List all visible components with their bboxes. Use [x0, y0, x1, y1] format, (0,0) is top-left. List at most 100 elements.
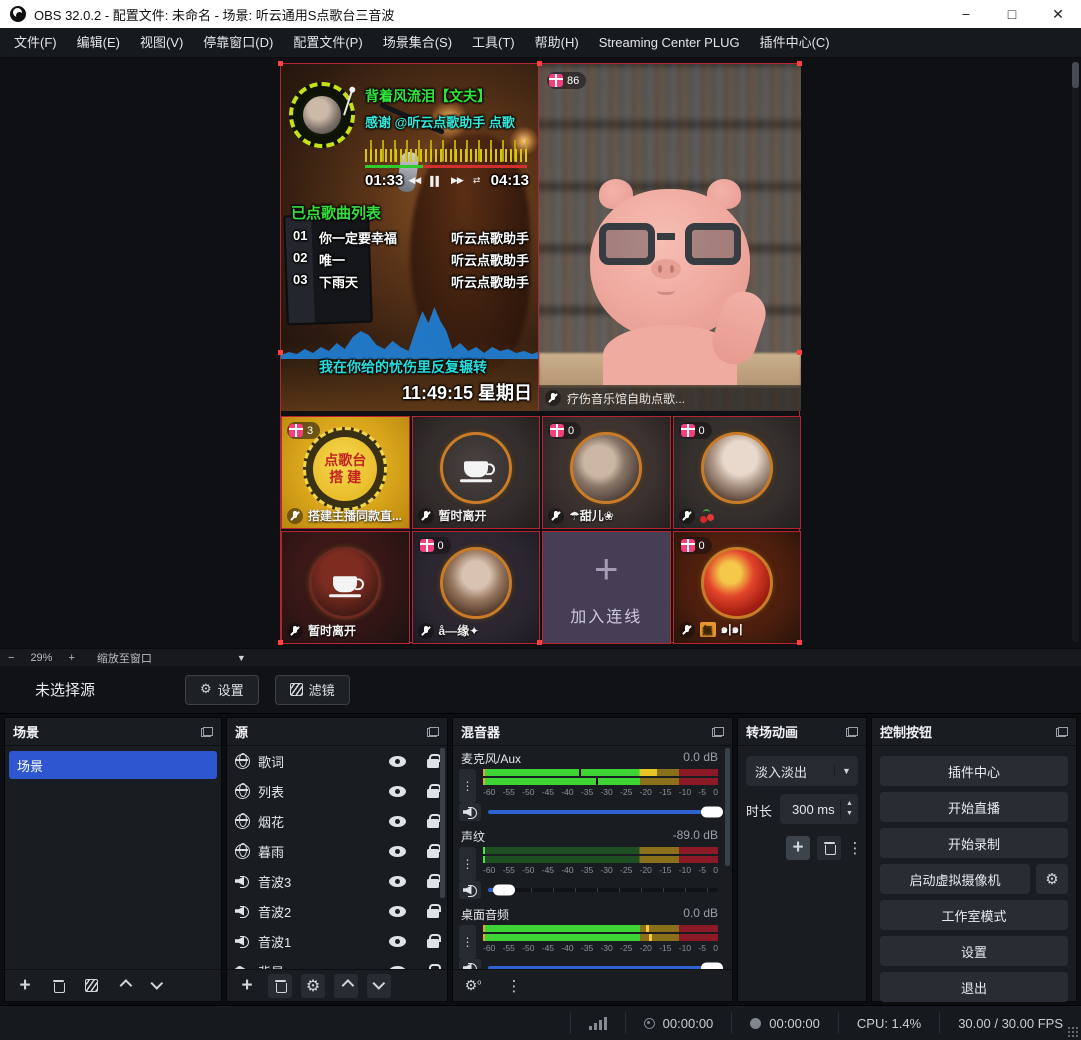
guest-tile[interactable]: 0 å—缘✦: [412, 531, 541, 644]
mute-toggle-button[interactable]: [459, 881, 481, 899]
add-source-button[interactable]: +: [235, 974, 259, 998]
menu-help[interactable]: 帮助(H): [525, 28, 589, 58]
plugin-center-button[interactable]: 插件中心: [880, 756, 1068, 786]
mixer-scrollbar[interactable]: [725, 748, 730, 866]
menu-profile[interactable]: 配置文件(P): [283, 28, 372, 58]
volume-slider[interactable]: [488, 888, 718, 892]
exit-button[interactable]: 退出: [880, 972, 1068, 1002]
resize-handle[interactable]: [797, 350, 802, 355]
zoom-in-button[interactable]: +: [60, 652, 82, 664]
visibility-eye-icon[interactable]: [389, 756, 406, 767]
move-scene-down-button[interactable]: [145, 974, 169, 998]
virtual-camera-button[interactable]: 启动虚拟摄像机: [880, 864, 1030, 894]
lock-icon[interactable]: [427, 909, 439, 918]
scene-filters-button[interactable]: [79, 974, 103, 998]
popout-icon[interactable]: [427, 727, 439, 737]
virtual-camera-settings-button[interactable]: ⚙: [1036, 864, 1068, 894]
menu-file[interactable]: 文件(F): [4, 28, 67, 58]
filters-button[interactable]: 滤镜: [275, 675, 350, 705]
remove-source-button[interactable]: [268, 974, 292, 998]
channel-menu-button[interactable]: ⋮: [459, 769, 476, 803]
source-row[interactable]: 列表: [227, 776, 447, 806]
visibility-eye-icon[interactable]: [389, 906, 406, 917]
resize-grip[interactable]: [1068, 1027, 1079, 1038]
resize-handle[interactable]: [278, 350, 283, 355]
transition-select[interactable]: 淡入淡出 ▼: [746, 756, 858, 786]
popout-icon[interactable]: [1056, 727, 1068, 737]
source-row[interactable]: 歌词: [227, 746, 447, 776]
add-transition-button[interactable]: +: [786, 836, 810, 860]
channel-menu-button[interactable]: ⋮: [459, 847, 476, 881]
resize-handle[interactable]: [278, 640, 283, 645]
lock-icon[interactable]: [427, 789, 439, 798]
add-scene-button[interactable]: +: [13, 974, 37, 998]
menu-edit[interactable]: 编辑(E): [67, 28, 130, 58]
settings-button[interactable]: 设置: [880, 936, 1068, 966]
source-row[interactable]: 音波1: [227, 926, 447, 956]
lock-icon[interactable]: [427, 819, 439, 828]
fit-to-window-select[interactable]: 缩放至窗口: [97, 650, 207, 666]
slider-handle[interactable]: [701, 807, 723, 818]
transition-menu-button[interactable]: ⋮: [848, 836, 862, 860]
visibility-eye-icon[interactable]: [389, 846, 406, 857]
resize-handle[interactable]: [797, 640, 802, 645]
slider-handle[interactable]: [493, 885, 515, 896]
join-link-tile[interactable]: + 加入连线: [542, 531, 671, 644]
resize-handle[interactable]: [797, 61, 802, 66]
lock-icon[interactable]: [427, 759, 439, 768]
lock-icon[interactable]: [427, 849, 439, 858]
mute-toggle-button[interactable]: [459, 803, 481, 821]
remove-scene-button[interactable]: [46, 974, 70, 998]
resize-handle[interactable]: [278, 61, 283, 66]
visibility-eye-icon[interactable]: [389, 816, 406, 827]
menu-docks[interactable]: 停靠窗口(D): [193, 28, 283, 58]
source-properties-button[interactable]: ⚙: [301, 974, 325, 998]
menu-plugin-center[interactable]: 插件中心(C): [750, 28, 840, 58]
source-row[interactable]: 暮雨: [227, 836, 447, 866]
move-source-down-button[interactable]: [367, 974, 391, 998]
resize-handle[interactable]: [537, 61, 542, 66]
properties-button[interactable]: ⚙ 设置: [185, 675, 259, 705]
close-button[interactable]: ✕: [1035, 0, 1081, 28]
preview-scrollbar[interactable]: [1072, 62, 1079, 642]
sources-scrollbar[interactable]: [440, 748, 445, 898]
guest-tile[interactable]: 暂时离开: [281, 531, 410, 644]
menu-streaming-center[interactable]: Streaming Center PLUG: [589, 28, 750, 58]
move-source-up-button[interactable]: [334, 974, 358, 998]
maximize-button[interactable]: □: [989, 0, 1035, 28]
minimize-button[interactable]: −: [943, 0, 989, 28]
remove-transition-button[interactable]: [817, 836, 841, 860]
zoom-out-button[interactable]: −: [0, 652, 22, 664]
source-row[interactable]: 烟花: [227, 806, 447, 836]
volume-slider[interactable]: [488, 810, 718, 814]
start-streaming-button[interactable]: 开始直播: [880, 792, 1068, 822]
menu-tools[interactable]: 工具(T): [462, 28, 525, 58]
guest-tile[interactable]: 0 ☂甜儿❀: [542, 416, 671, 529]
popout-icon[interactable]: [201, 727, 213, 737]
visibility-eye-icon[interactable]: [389, 786, 406, 797]
resize-handle[interactable]: [537, 640, 542, 645]
source-row[interactable]: 背景: [227, 956, 447, 969]
visibility-eye-icon[interactable]: [389, 936, 406, 947]
spin-down-icon[interactable]: ▼: [846, 809, 853, 819]
guest-tile[interactable]: 3 点歌台搭 建 搭建主播同款直...: [281, 416, 410, 529]
studio-mode-button[interactable]: 工作室模式: [880, 900, 1068, 930]
menu-scene-collection[interactable]: 场景集合(S): [373, 28, 462, 58]
lock-icon[interactable]: [427, 879, 439, 888]
spin-up-icon[interactable]: ▲: [846, 799, 853, 809]
chevron-down-icon[interactable]: ▼: [237, 653, 246, 663]
lock-icon[interactable]: [427, 939, 439, 948]
visibility-eye-icon[interactable]: [389, 876, 406, 887]
mixer-menu-button[interactable]: ⋮: [502, 974, 526, 998]
channel-menu-button[interactable]: ⋮: [459, 925, 476, 959]
duration-spinner[interactable]: 300 ms ▲ ▼: [780, 794, 858, 824]
guest-tile[interactable]: 0 無 ๑|๑|: [673, 531, 802, 644]
program-canvas[interactable]: 背着风流泪【文夫】 感谢 @听云点歌助手 点歌 01:33 ◀◀ ▌▌ ▶▶ ⇄…: [280, 63, 800, 643]
move-scene-up-button[interactable]: [112, 974, 136, 998]
popout-icon[interactable]: [712, 727, 724, 737]
guest-tile[interactable]: 0: [673, 416, 802, 529]
source-row[interactable]: 音波2: [227, 896, 447, 926]
start-recording-button[interactable]: 开始录制: [880, 828, 1068, 858]
menu-view[interactable]: 视图(V): [130, 28, 193, 58]
mute-toggle-button[interactable]: [459, 959, 481, 969]
